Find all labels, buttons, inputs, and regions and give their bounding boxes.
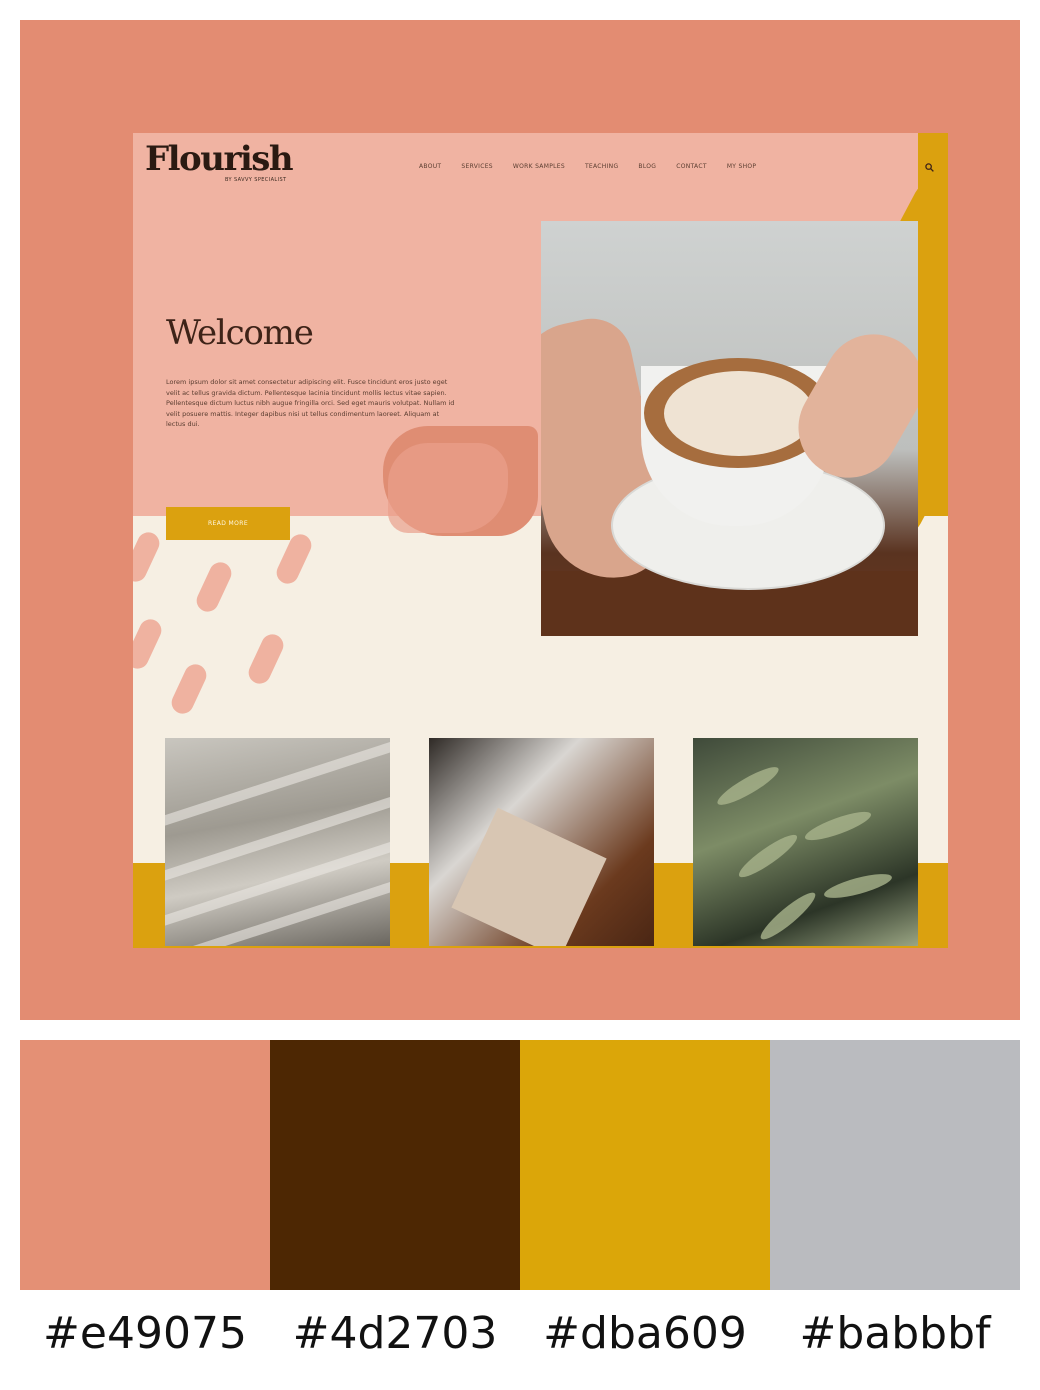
decorative-dot xyxy=(245,630,287,688)
latte-photo xyxy=(541,221,918,636)
palette-label-4: #babbbf xyxy=(799,1308,991,1359)
latte-art xyxy=(664,371,814,456)
mockup-frame: Flourish BY SAVVY SPECIALIST ABOUT SERVI… xyxy=(20,20,1020,1020)
notebook-photo xyxy=(429,738,654,946)
decorative-dot xyxy=(193,558,235,616)
palette-label-2: #4d2703 xyxy=(292,1308,498,1359)
leaf xyxy=(822,869,894,903)
hero-heading: Welcome xyxy=(166,313,314,353)
fabric-fold xyxy=(165,836,390,930)
decorative-dot xyxy=(168,660,210,718)
nav-teaching[interactable]: TEACHING xyxy=(585,163,618,170)
palette-label-1: #e49075 xyxy=(43,1308,247,1359)
leaf xyxy=(756,887,820,945)
nav-contact[interactable]: CONTACT xyxy=(676,163,707,170)
pink-paint-blob-highlight xyxy=(388,443,508,533)
leaf xyxy=(734,829,802,883)
hero-body-text: Lorem ipsum dolor sit amet consectetur a… xyxy=(166,378,455,429)
plant-leaf-photo xyxy=(693,738,918,946)
website-mockup: Flourish BY SAVVY SPECIALIST ABOUT SERVI… xyxy=(133,133,948,948)
decorative-dot xyxy=(133,528,163,586)
site-logo-subtitle: BY SAVVY SPECIALIST xyxy=(225,177,287,183)
main-nav: ABOUT SERVICES WORK SAMPLES TEACHING BLO… xyxy=(419,163,756,170)
nav-my-shop[interactable]: MY SHOP xyxy=(727,163,757,170)
notebook xyxy=(451,807,607,946)
nav-work-samples[interactable]: WORK SAMPLES xyxy=(513,163,565,170)
palette-swatch-3 xyxy=(520,1040,770,1290)
palette-swatch-4 xyxy=(770,1040,1020,1290)
leaf xyxy=(713,761,783,811)
decorative-dot xyxy=(133,615,165,673)
site-header: Flourish BY SAVVY SPECIALIST ABOUT SERVI… xyxy=(133,133,948,193)
nav-about[interactable]: ABOUT xyxy=(419,163,441,170)
leaf xyxy=(802,806,874,846)
palette-swatch-1 xyxy=(20,1040,270,1290)
palette-swatch-2 xyxy=(270,1040,520,1290)
nav-services[interactable]: SERVICES xyxy=(461,163,493,170)
site-logo[interactable]: Flourish xyxy=(145,142,294,176)
fabric-photo xyxy=(165,738,390,946)
palette-label-3: #dba609 xyxy=(543,1308,747,1359)
search-icon[interactable] xyxy=(925,163,934,172)
nav-blog[interactable]: BLOG xyxy=(638,163,656,170)
read-more-button[interactable]: READ MORE xyxy=(166,507,290,540)
